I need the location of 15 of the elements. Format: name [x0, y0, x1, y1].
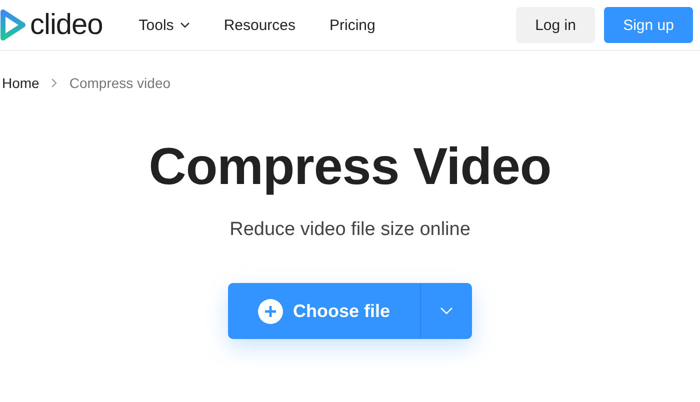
dropdown-button[interactable] — [420, 283, 472, 339]
plus-icon — [258, 298, 283, 324]
breadcrumb-link[interactable]: Home — [2, 75, 40, 91]
nav-link[interactable]: Pricing — [330, 16, 376, 34]
breadcrumb-link[interactable]: Compress video — [69, 75, 171, 91]
nav-link[interactable]: Tools — [138, 16, 190, 34]
nav-link[interactable]: Resources — [224, 16, 296, 34]
page-title: Compress Video — [148, 137, 552, 197]
login-button[interactable]: Log in — [516, 7, 595, 43]
page-subtitle: Reduce video file size online — [230, 219, 470, 241]
logo-text[interactable]: clideo — [30, 8, 103, 42]
logo-icon — [0, 9, 26, 41]
chevron-down-icon — [440, 307, 453, 315]
chevron-right-icon — [51, 78, 58, 88]
chevron-down-icon — [180, 22, 190, 28]
